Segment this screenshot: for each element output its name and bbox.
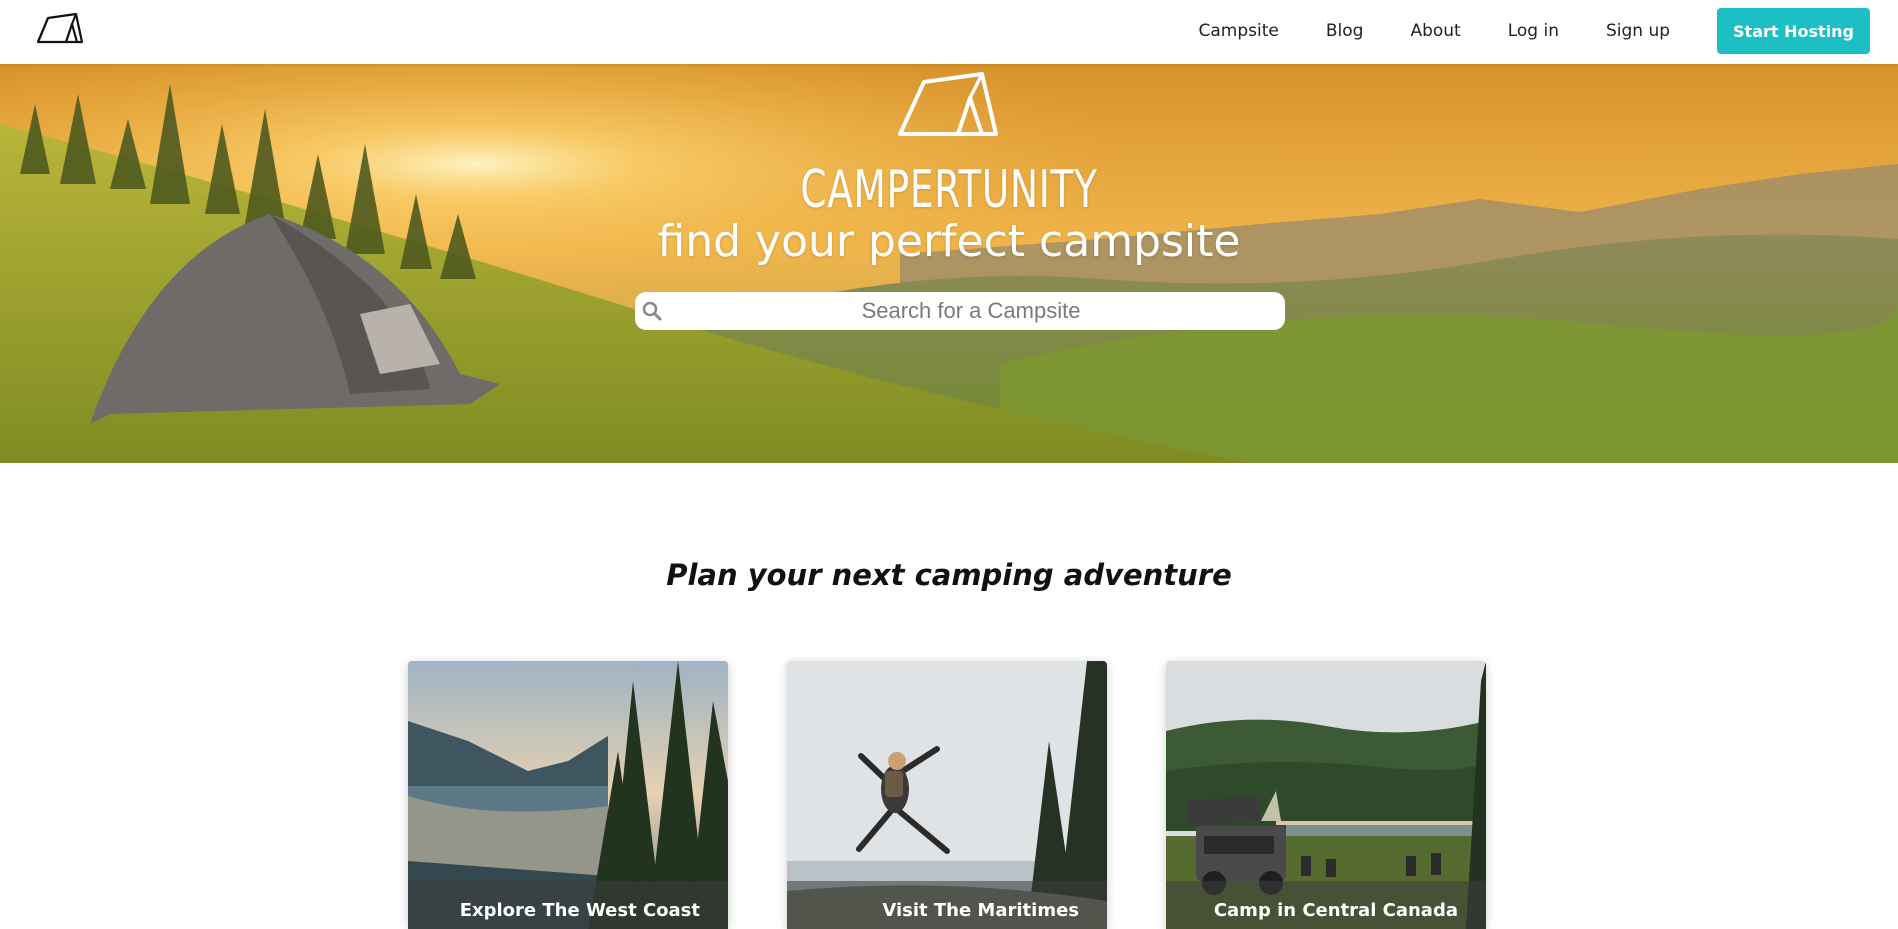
destination-card-west-coast[interactable]: Explore The West Coast [408, 661, 728, 929]
card-caption: Visit The Maritimes [787, 881, 1107, 929]
destination-card-maritimes[interactable]: Visit The Maritimes [787, 661, 1107, 929]
start-hosting-button[interactable]: Start Hosting [1717, 8, 1870, 54]
nav-link-log-in[interactable]: Log in [1508, 21, 1559, 41]
brand-name: CAMPERTUNITY [800, 160, 1098, 220]
nav-link-blog[interactable]: Blog [1326, 21, 1364, 41]
tent-logo-icon [896, 70, 1000, 138]
section-title: Plan your next camping adventure [666, 558, 1232, 592]
nav-links: Campsite Blog About Log in Sign up Start… [1199, 8, 1870, 54]
top-navbar: Campsite Blog About Log in Sign up Start… [0, 0, 1898, 64]
search-icon[interactable] [642, 301, 662, 321]
search-bar [635, 292, 1285, 330]
card-caption: Explore The West Coast [408, 881, 728, 929]
destination-card-central-canada[interactable]: Camp in Central Canada [1166, 661, 1486, 929]
nav-link-about[interactable]: About [1410, 21, 1460, 41]
card-caption: Camp in Central Canada [1166, 881, 1486, 929]
hero-banner: CAMPERTUNITY find your perfect campsite [0, 64, 1898, 463]
search-input[interactable] [635, 292, 1285, 330]
nav-link-campsite[interactable]: Campsite [1199, 21, 1279, 41]
nav-link-sign-up[interactable]: Sign up [1606, 21, 1670, 41]
hero-tagline: find your perfect campsite [657, 216, 1241, 267]
tent-logo-icon[interactable] [36, 12, 84, 44]
